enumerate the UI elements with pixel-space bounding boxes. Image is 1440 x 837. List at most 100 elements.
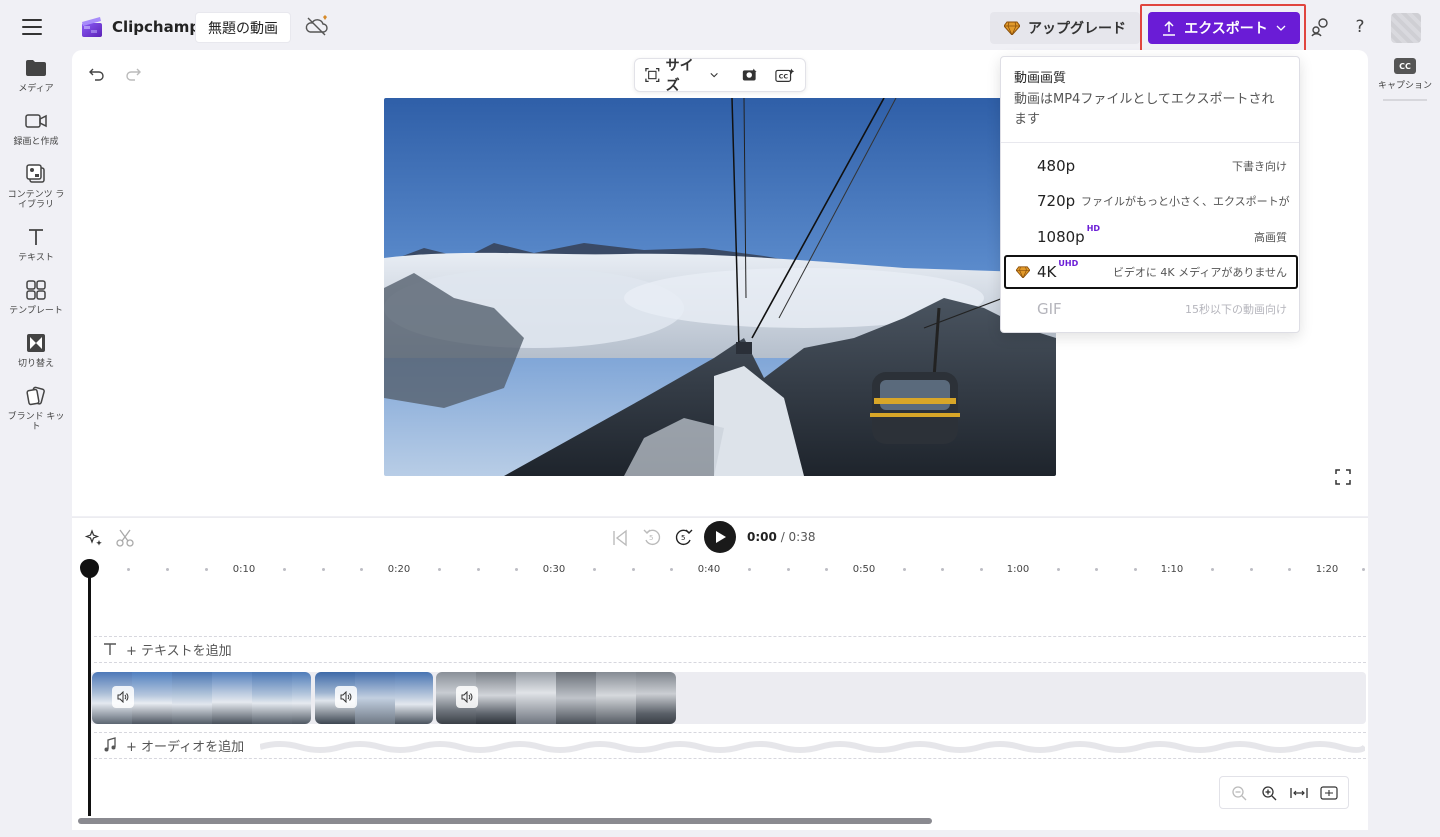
auto-captions-icon[interactable]: CC bbox=[775, 67, 795, 83]
redo-icon[interactable] bbox=[123, 64, 143, 84]
video-clip[interactable] bbox=[92, 672, 311, 724]
right-panel: CC キャプション bbox=[1370, 56, 1440, 101]
forward-5-button[interactable]: 5 bbox=[674, 528, 694, 548]
size-button[interactable]: サイズ bbox=[666, 55, 704, 95]
magic-sparkle-icon[interactable] bbox=[84, 528, 104, 548]
skip-to-start-icon[interactable] bbox=[610, 528, 630, 548]
export-option-720p[interactable]: 720p ファイルがもっと小さく、エクスポートが bbox=[1001, 184, 1299, 218]
timeline-expand-icon[interactable] bbox=[1319, 783, 1339, 803]
option-resolution: GIF bbox=[1037, 300, 1062, 318]
chevron-down-icon bbox=[1276, 25, 1286, 31]
ruler-tick-label: 0:10 bbox=[232, 564, 256, 575]
option-note: 高画質 bbox=[1254, 231, 1287, 244]
upload-icon bbox=[1163, 20, 1176, 36]
ruler-tick-label: 0:40 bbox=[697, 564, 721, 575]
fit-to-width-icon[interactable] bbox=[1289, 783, 1309, 803]
ruler-tick-label: 1:00 bbox=[1006, 564, 1030, 575]
music-note-icon bbox=[104, 737, 116, 752]
horizontal-scrollbar[interactable] bbox=[78, 818, 932, 824]
ruler-dot bbox=[980, 568, 983, 571]
sidebar-item-label: テキスト bbox=[18, 253, 54, 263]
video-preview[interactable] bbox=[384, 98, 1056, 476]
ruler-tick-label: 1:20 bbox=[1315, 564, 1339, 575]
avatar[interactable] bbox=[1391, 13, 1421, 43]
ruler-dot bbox=[1362, 568, 1365, 571]
sidebar-item-label: コンテンツ ライブラリ bbox=[7, 190, 65, 210]
upgrade-button[interactable]: アップグレード bbox=[990, 12, 1140, 44]
export-button[interactable]: エクスポート bbox=[1148, 12, 1300, 44]
video-clip[interactable] bbox=[315, 672, 433, 724]
diamond-icon bbox=[1004, 21, 1020, 35]
svg-text:CC: CC bbox=[779, 73, 789, 81]
export-option-480p[interactable]: 480p 下書き向け bbox=[1001, 149, 1299, 183]
current-time: 0:00 bbox=[747, 530, 777, 544]
export-option-4k[interactable]: 4K UHD ビデオに 4K メディアがありません bbox=[1004, 255, 1298, 289]
ruler-dot bbox=[1134, 568, 1137, 571]
menu-icon[interactable] bbox=[22, 19, 42, 35]
text-icon bbox=[104, 643, 116, 655]
option-resolution: 1080p HD bbox=[1037, 224, 1101, 246]
template-icon bbox=[24, 278, 48, 302]
total-duration: / 0:38 bbox=[780, 530, 816, 544]
share-icon[interactable] bbox=[1309, 16, 1331, 38]
speaker-icon[interactable] bbox=[112, 686, 134, 708]
sidebar-item-media[interactable]: メディア bbox=[0, 56, 72, 94]
captions-icon: CC bbox=[1394, 58, 1416, 74]
upgrade-label: アップグレード bbox=[1028, 21, 1126, 37]
sidebar-item-text[interactable]: テキスト bbox=[0, 225, 72, 263]
option-note: 下書き向け bbox=[1232, 160, 1287, 173]
scissors-icon[interactable] bbox=[115, 528, 135, 548]
sidebar-item-record[interactable]: 録画と作成 bbox=[0, 109, 72, 147]
ruler-dot bbox=[283, 568, 286, 571]
export-menu-description: 動画はMP4ファイルとしてエクスポートされます bbox=[1014, 92, 1275, 127]
chevron-down-icon bbox=[710, 72, 718, 78]
play-button[interactable] bbox=[704, 521, 736, 553]
sidebar-item-content-library[interactable]: コンテンツ ライブラリ bbox=[0, 162, 72, 210]
sidebar-item-brand-kit[interactable]: ブランド キット bbox=[0, 384, 72, 432]
ruler-dot bbox=[205, 568, 208, 571]
option-note: ビデオに 4K メディアがありません bbox=[1112, 266, 1287, 279]
ruler-dot bbox=[1288, 568, 1291, 571]
zoom-controls bbox=[1219, 776, 1349, 809]
export-option-gif: GIF 15秒以下の動画向け bbox=[1001, 292, 1299, 326]
text-icon bbox=[24, 225, 48, 249]
project-title-field[interactable]: 無題の動画 bbox=[195, 12, 291, 43]
video-camera-icon bbox=[24, 109, 48, 133]
sidebar-item-transitions[interactable]: 切り替え bbox=[0, 331, 72, 369]
video-clip[interactable] bbox=[436, 672, 676, 724]
ruler-dot bbox=[127, 568, 130, 571]
hd-badge: HD bbox=[1086, 224, 1101, 233]
ruler-dot bbox=[748, 568, 751, 571]
text-track[interactable]: + テキストを追加 bbox=[94, 636, 1366, 663]
option-note: 15秒以下の動画向け bbox=[1185, 303, 1287, 316]
zoom-out-icon[interactable] bbox=[1229, 783, 1249, 803]
fullscreen-icon[interactable] bbox=[1334, 468, 1352, 486]
rewind-5-button[interactable]: 5 bbox=[642, 528, 662, 548]
cloud-sync-off-icon[interactable] bbox=[304, 14, 330, 38]
export-quality-menu: 動画画質 動画はMP4ファイルとしてエクスポートされます 480p 下書き向け … bbox=[1000, 56, 1300, 333]
folder-icon bbox=[24, 56, 48, 80]
undo-icon[interactable] bbox=[87, 64, 107, 84]
app-logo: Clipchamp bbox=[80, 16, 200, 38]
ruler-dot bbox=[941, 568, 944, 571]
sidebar-item-label: ブランド キット bbox=[7, 412, 65, 432]
export-option-1080p[interactable]: 1080p HD 高画質 bbox=[1001, 220, 1299, 254]
diamond-icon bbox=[1016, 266, 1030, 278]
zoom-in-icon[interactable] bbox=[1259, 783, 1279, 803]
speaker-icon[interactable] bbox=[456, 686, 478, 708]
sidebar-item-label: メディア bbox=[18, 84, 54, 94]
option-resolution: 720p bbox=[1037, 192, 1076, 210]
ruler-dot bbox=[322, 568, 325, 571]
add-text-label: + テキストを追加 bbox=[126, 644, 232, 659]
sidebar-item-templates[interactable]: テンプレート bbox=[0, 278, 72, 316]
help-icon[interactable]: ? bbox=[1349, 16, 1371, 38]
ruler-dot bbox=[1057, 568, 1060, 571]
audio-waveform-placeholder bbox=[260, 741, 1365, 753]
background-remove-icon[interactable] bbox=[741, 67, 759, 83]
speaker-icon[interactable] bbox=[335, 686, 357, 708]
preview-toolbar: サイズ CC bbox=[634, 55, 806, 95]
sidebar-item-label: テンプレート bbox=[9, 306, 63, 316]
playhead[interactable] bbox=[88, 570, 91, 816]
add-audio-label: + オーディオを追加 bbox=[126, 740, 245, 755]
captions-button[interactable]: CC キャプション bbox=[1370, 56, 1440, 101]
